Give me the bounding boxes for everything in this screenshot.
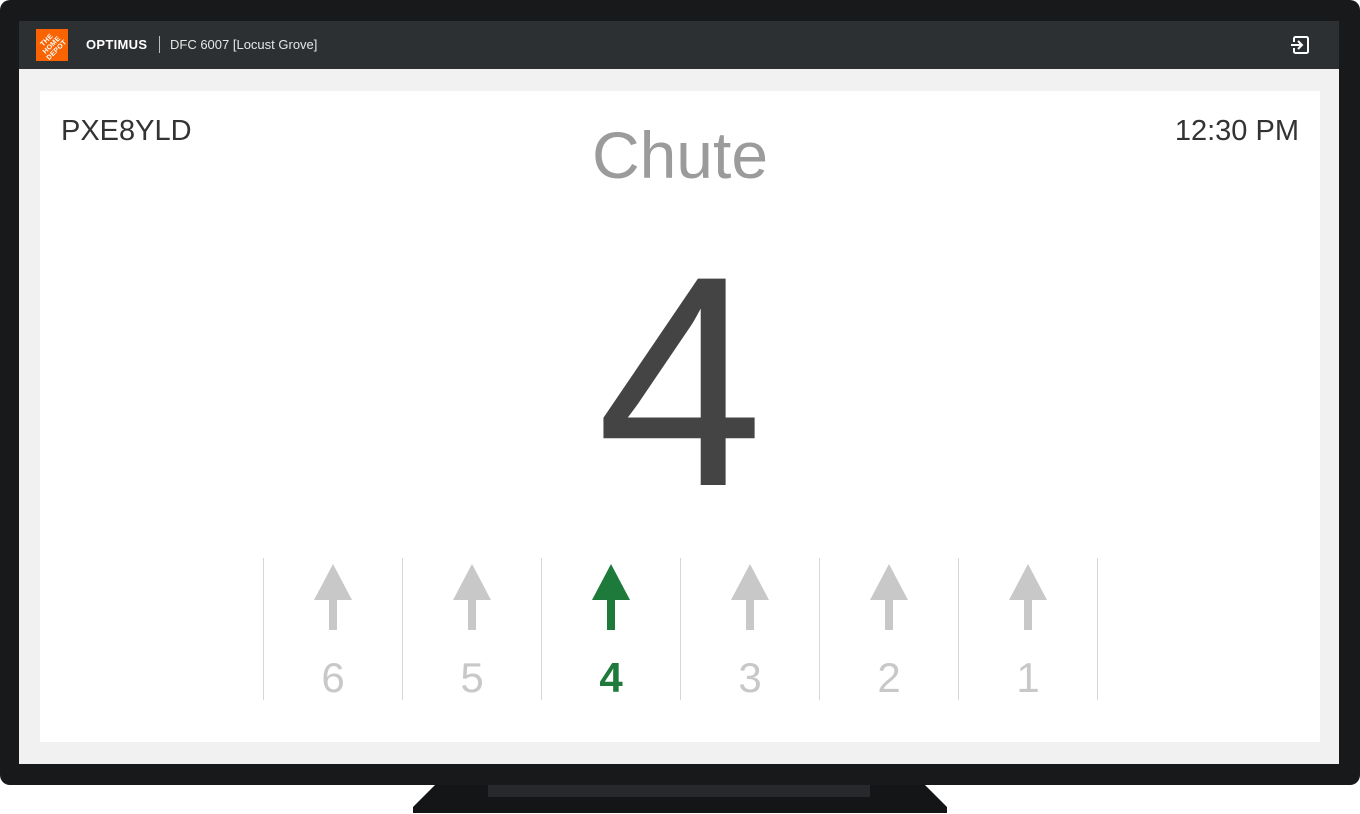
chute-card: PXE8YLD 12:30 PM Chute 4 654321 <box>40 91 1320 742</box>
arrow-up-icon <box>870 564 908 630</box>
lane-number: 4 <box>599 654 623 701</box>
lane-number: 2 <box>877 654 901 701</box>
lane-5: 5 <box>403 558 542 701</box>
lane-1: 1 <box>959 558 1098 701</box>
lane-4: 4 <box>542 558 681 701</box>
lane-6: 6 <box>264 558 403 701</box>
lane-number: 5 <box>460 654 484 701</box>
logout-button[interactable] <box>1289 34 1311 56</box>
lane-number: 3 <box>738 654 762 701</box>
logout-icon[interactable] <box>1289 34 1311 56</box>
top-bar: THE HOME DEPOT OPTIMUS DFC 6007 [Locust … <box>19 21 1339 69</box>
logo-text: THE HOME DEPOT <box>39 32 69 62</box>
lane-indicator: 6 5 4 3 2 1 <box>263 558 1098 701</box>
arrow-up-icon <box>731 564 769 630</box>
arrow-up-icon <box>1009 564 1047 630</box>
tv-frame: THE HOME DEPOT OPTIMUS DFC 6007 [Locust … <box>0 0 1360 785</box>
home-depot-logo: THE HOME DEPOT <box>36 29 68 61</box>
lane-number: 1 <box>1016 654 1040 701</box>
arrow-up-icon <box>592 564 630 630</box>
location-label: DFC 6007 [Locust Grove] <box>170 37 318 52</box>
screen: THE HOME DEPOT OPTIMUS DFC 6007 [Locust … <box>19 21 1339 764</box>
arrow-up-icon <box>453 564 491 630</box>
chute-label: Chute <box>591 118 769 192</box>
chute-number: 4 <box>596 213 764 549</box>
lane-number: 6 <box>321 654 345 701</box>
lane-2: 2 <box>820 558 959 701</box>
header-separator <box>159 36 160 53</box>
app-name: OPTIMUS <box>86 37 148 52</box>
lane-3: 3 <box>681 558 820 701</box>
tv-stand-neck <box>488 785 870 797</box>
arrow-up-icon <box>314 564 352 630</box>
